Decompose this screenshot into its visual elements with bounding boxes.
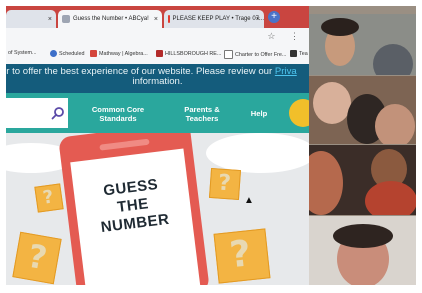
phone-illustration: GUESS THE NUMBER: [58, 133, 210, 285]
browser-tab[interactable]: ×: [6, 10, 56, 28]
question-box: ?: [12, 231, 62, 285]
bookmark-label: Tea: [299, 50, 308, 57]
question-box: ?: [208, 167, 242, 201]
bookmark-label: HILLSBOROUGH RE...: [165, 50, 222, 57]
browser-tab[interactable]: PLEASE KEEP PLAY • Trage 07... ×: [164, 10, 264, 28]
hillsborough-icon: [156, 50, 163, 57]
background-object: [373, 44, 413, 75]
bookmark-label: Charter to Offer Fre...: [235, 51, 287, 58]
youtube-icon: [168, 15, 170, 23]
question-box: ?: [34, 183, 64, 213]
nav-help[interactable]: Help: [246, 109, 272, 118]
question-mark: ?: [227, 233, 253, 277]
browser-window: × Guess the Number • ABCya! × PLEASE KEE…: [6, 6, 309, 285]
participant-shirt: [365, 181, 416, 215]
participant-video-tile[interactable]: [309, 76, 416, 144]
search-input[interactable]: [6, 98, 68, 128]
search-icon[interactable]: [51, 106, 65, 120]
screen-share: × Guess the Number • ABCya! × PLEASE KEE…: [6, 6, 416, 285]
bookmark-item[interactable]: Mathway | Algebra...: [90, 50, 148, 57]
game-title: GUESS THE NUMBER: [73, 172, 193, 239]
bookmarks-bar: of System... Scheduled Mathway | Algebra…: [6, 46, 309, 65]
bookmark-item[interactable]: of System...: [8, 50, 36, 56]
close-tab-icon[interactable]: ×: [154, 16, 158, 23]
close-tab-icon[interactable]: ×: [256, 16, 260, 23]
participant-hair: [321, 18, 359, 36]
address-bar[interactable]: ☆ ⋮: [6, 28, 309, 46]
bookmark-label: Mathway | Algebra...: [99, 50, 148, 57]
scheduled-icon: [50, 50, 57, 57]
tab-label: PLEASE KEEP PLAY • Trage 07...: [172, 16, 265, 22]
bookmark-star-icon[interactable]: ☆ ⋮: [267, 31, 305, 42]
participant-video-tile[interactable]: [309, 145, 416, 215]
cookie-banner: r to offer the best experience of our we…: [6, 64, 309, 93]
participant-video-tile[interactable]: [309, 216, 416, 285]
bookmark-item[interactable]: HILLSBOROUGH RE...: [156, 50, 221, 57]
video-participants: [309, 6, 416, 285]
nav-parents-teachers[interactable]: Parents & Teachers: [172, 105, 232, 123]
participant-video-tile[interactable]: [309, 14, 416, 75]
participant-hand: [375, 104, 415, 144]
screenshot-frame: × Guess the Number • ABCya! × PLEASE KEE…: [0, 0, 422, 293]
close-tab-icon[interactable]: ×: [48, 16, 52, 23]
phone-screen: GUESS THE NUMBER: [70, 148, 201, 285]
browser-tab-active[interactable]: Guess the Number • ABCya! ×: [58, 10, 162, 28]
account-button[interactable]: [289, 99, 309, 127]
browser-tab-bar: × Guess the Number • ABCya! × PLEASE KEE…: [6, 6, 309, 28]
nav-common-core-standards[interactable]: Common Core Standards: [84, 105, 152, 123]
mouse-cursor-icon: ▲: [244, 195, 254, 206]
participant-hair: [333, 224, 393, 248]
page-icon: [224, 50, 233, 59]
question-mark: ?: [25, 236, 50, 278]
mathway-icon: [90, 50, 97, 57]
phone-speaker: [99, 138, 150, 151]
bookmark-item[interactable]: Scheduled: [50, 50, 84, 57]
site-navigation: Common Core Standards Parents & Teachers…: [6, 93, 309, 133]
question-box: ?: [213, 228, 271, 284]
gear-icon: [62, 15, 70, 23]
question-mark: ?: [41, 186, 55, 209]
bookmark-label: of System...: [8, 50, 37, 56]
participant-face: [313, 82, 351, 124]
new-tab-button[interactable]: +: [268, 11, 280, 23]
bookmark-label: Scheduled: [59, 50, 85, 57]
tab-label: Guess the Number • ABCya!: [73, 16, 149, 22]
cloud-decoration: [206, 133, 309, 173]
question-mark: ?: [217, 170, 232, 197]
game-banner[interactable]: ? ? ? ? GUESS THE NUMBER ▲: [6, 133, 309, 285]
cookie-text-line2: information.: [132, 76, 183, 87]
bookmark-item[interactable]: Tea: [290, 50, 308, 57]
bookmark-item[interactable]: Charter to Offer Fre...: [224, 50, 286, 59]
participant-face: [309, 151, 343, 215]
privacy-link[interactable]: Priva: [275, 66, 297, 77]
teacher-icon: [290, 50, 297, 57]
